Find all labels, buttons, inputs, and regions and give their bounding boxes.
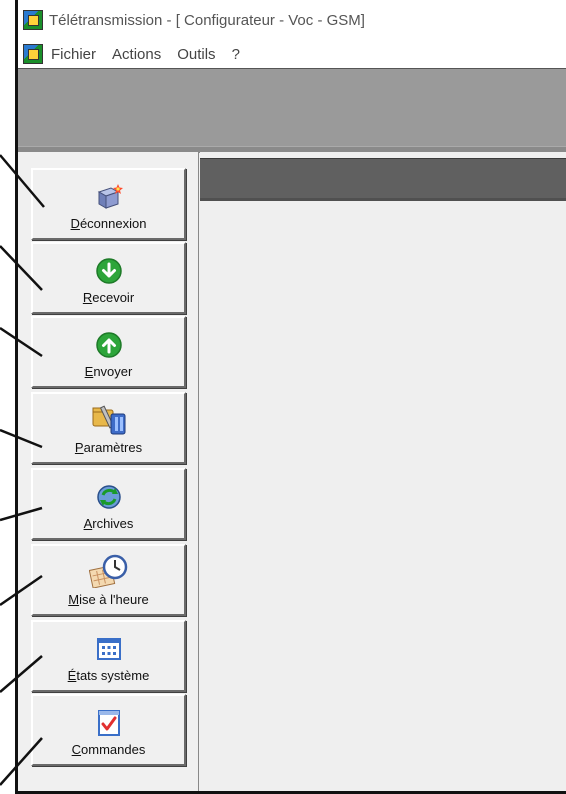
settings-label: Paramètres [74, 440, 143, 455]
send-label: Envoyer [84, 364, 133, 379]
checklist-icon [94, 708, 124, 738]
commands-label: Commandes [71, 742, 146, 757]
menu-actions[interactable]: Actions [112, 46, 161, 63]
commands-button[interactable]: Commandes [31, 694, 186, 766]
system-status-label: États système [67, 668, 150, 683]
system-menu-icon[interactable] [23, 44, 43, 64]
system-status-grid-icon [94, 634, 124, 664]
window-title: Télétransmission - [ Configurateur - Voc… [49, 11, 365, 29]
upload-arrow-icon [94, 330, 124, 360]
app-icon [23, 10, 43, 30]
set-time-label: Mise à l'heure [68, 592, 149, 607]
content-header-bar [200, 158, 566, 201]
title-bar: Télétransmission - [ Configurateur - Voc… [18, 0, 566, 40]
main-content [200, 152, 566, 791]
send-button[interactable]: Envoyer [31, 316, 186, 388]
receive-button[interactable]: Recevoir [31, 242, 186, 314]
menu-fichier[interactable]: Fichier [51, 46, 96, 63]
receive-label: Recevoir [82, 290, 135, 305]
toolbar-area [18, 68, 566, 153]
menu-help[interactable]: ? [232, 46, 240, 63]
set-time-button[interactable]: Mise à l'heure [31, 544, 186, 616]
settings-tools-icon [91, 402, 127, 436]
action-sidebar: Déconnexion Recevoir Envoyer Paramètres … [18, 152, 199, 791]
app-window: Télétransmission - [ Configurateur - Voc… [15, 0, 566, 794]
disconnect-label: Déconnexion [70, 216, 147, 231]
archive-refresh-icon [94, 482, 124, 512]
disconnect-button[interactable]: Déconnexion [31, 168, 186, 240]
archives-label: Archives [83, 516, 134, 531]
archives-button[interactable]: Archives [31, 468, 186, 540]
settings-button[interactable]: Paramètres [31, 392, 186, 464]
clock-calendar-icon [88, 554, 129, 588]
menu-bar: Fichier Actions Outils ? [18, 40, 566, 68]
menu-outils[interactable]: Outils [177, 46, 215, 63]
system-status-button[interactable]: États système [31, 620, 186, 692]
disconnect-icon [94, 182, 124, 212]
download-arrow-icon [94, 256, 124, 286]
